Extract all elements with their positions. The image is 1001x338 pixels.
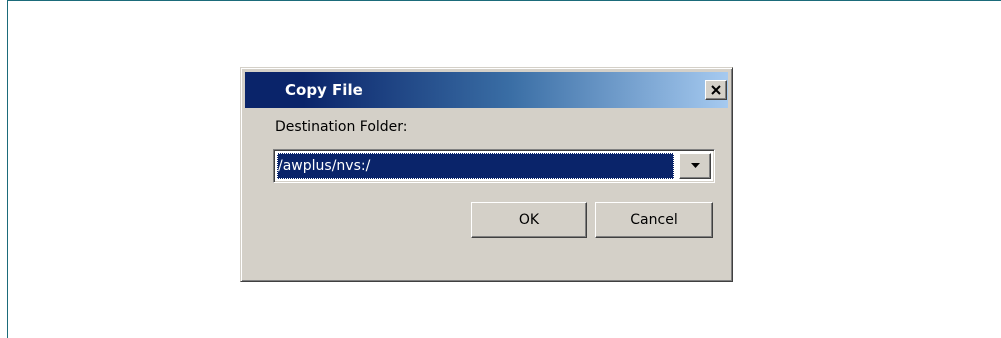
- chevron-down-icon: [691, 163, 700, 168]
- dialog-titlebar[interactable]: Copy File: [245, 72, 728, 108]
- destination-folder-dropdown[interactable]: /awplus/nvs:/: [273, 149, 715, 183]
- destination-folder-label: Destination Folder:: [275, 119, 408, 135]
- frame-top-border: [7, 0, 1001, 1]
- close-button[interactable]: [705, 80, 727, 100]
- copy-file-dialog: Copy File Destination Folder: /awplus/nv…: [240, 67, 733, 282]
- dropdown-arrow-button[interactable]: [679, 153, 711, 179]
- frame-left-border: [7, 0, 8, 338]
- destination-folder-value[interactable]: /awplus/nvs:/: [277, 153, 674, 179]
- dialog-title: Copy File: [285, 81, 363, 99]
- cancel-button[interactable]: Cancel: [595, 202, 713, 238]
- ok-button[interactable]: OK: [471, 202, 587, 238]
- page-background: Copy File Destination Folder: /awplus/nv…: [0, 0, 1001, 338]
- close-icon: [711, 85, 721, 95]
